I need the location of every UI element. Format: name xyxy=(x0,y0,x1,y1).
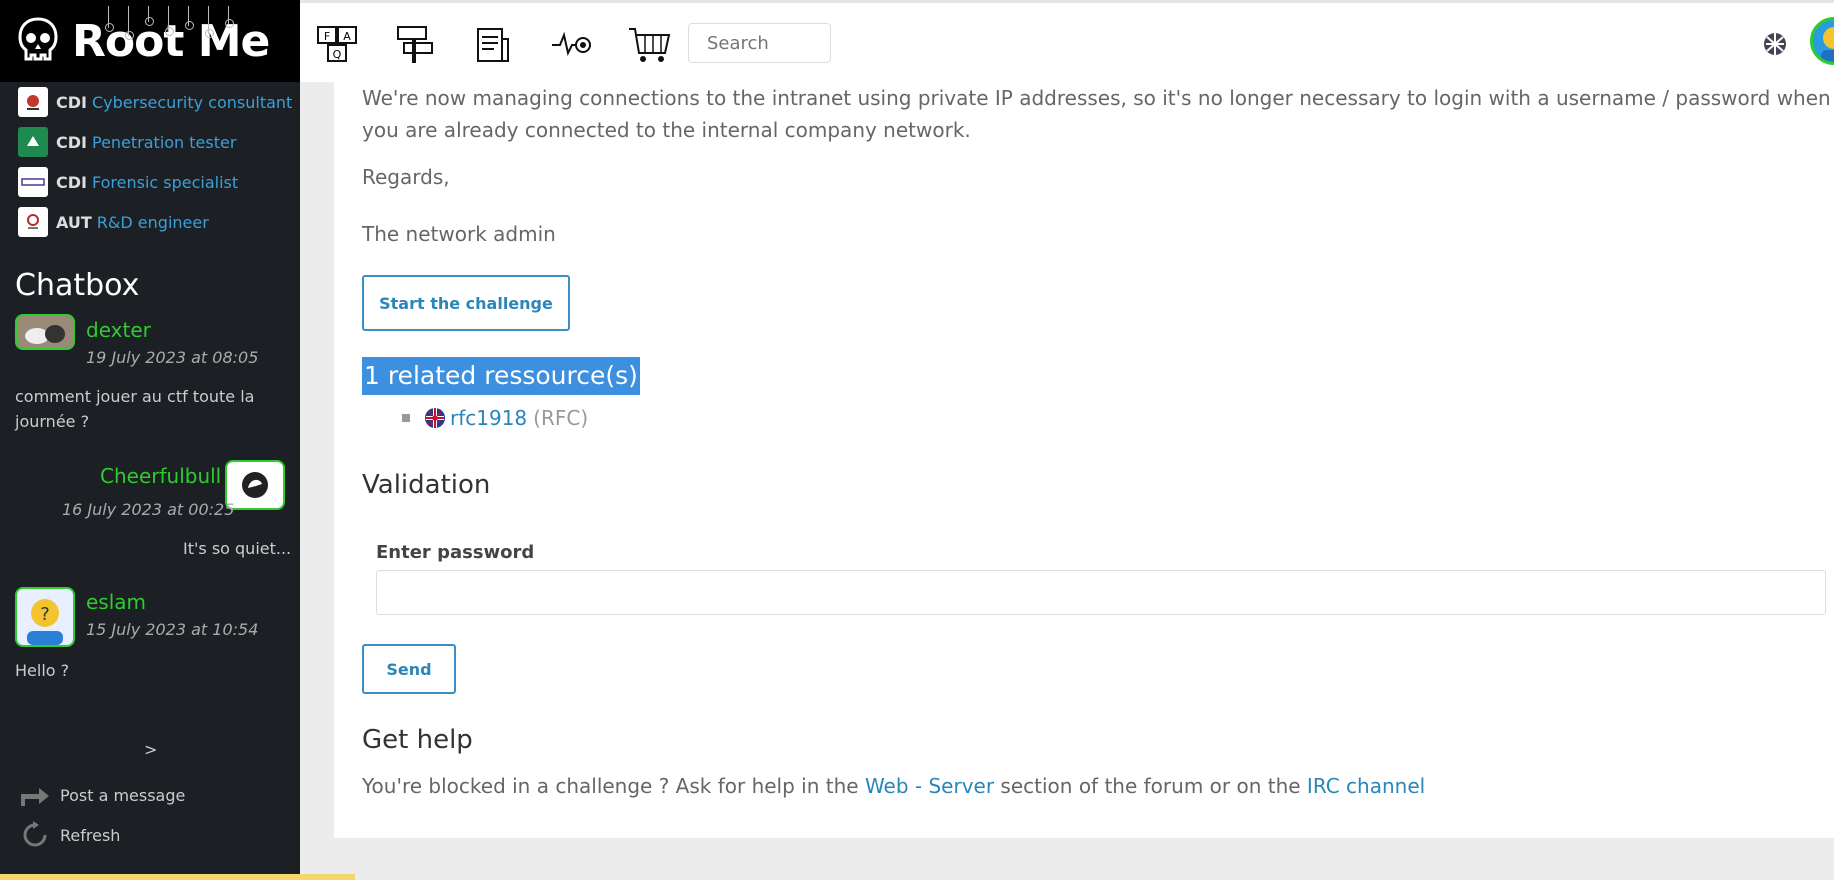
refresh-button[interactable]: Refresh xyxy=(18,820,120,850)
signpost-icon[interactable] xyxy=(392,21,438,67)
share-arrow-icon xyxy=(18,780,52,810)
avatar[interactable]: ? xyxy=(15,587,75,647)
job-type: CDI xyxy=(56,132,87,152)
related-resource-item: rfc1918 (RFC) xyxy=(402,406,588,430)
sidebar: Root Me CDI Cybersecurity consultant CDI… xyxy=(0,0,300,880)
chat-date: 15 July 2023 at 10:54 xyxy=(86,620,259,639)
chat-next-page[interactable]: > xyxy=(144,740,157,759)
logo-hanging-ornament xyxy=(205,6,214,38)
refresh-icon xyxy=(18,820,52,850)
help-text-part: section of the forum or on the xyxy=(994,774,1307,798)
password-input[interactable] xyxy=(376,570,1826,615)
job-item[interactable]: CDI Penetration tester xyxy=(18,122,298,162)
company-logo-icon xyxy=(18,207,48,237)
chat-username[interactable]: eslam xyxy=(86,590,146,614)
chat-username[interactable]: Cheerfulbull xyxy=(100,464,221,488)
job-type: CDI xyxy=(56,172,87,192)
brand-name: Root Me xyxy=(72,15,270,67)
company-logo-icon xyxy=(18,167,48,197)
company-logo-icon xyxy=(18,127,48,157)
challenge-description: We're now managing connections to the in… xyxy=(362,86,1831,142)
post-message-label: Post a message xyxy=(60,785,186,805)
faq-icon[interactable]: FAQ xyxy=(314,21,360,67)
skull-logo-icon xyxy=(16,15,60,67)
chat-message-text: It's so quiet... xyxy=(183,539,292,558)
svg-text:F: F xyxy=(324,30,330,43)
logo-hanging-ornament xyxy=(145,6,154,26)
job-title-link[interactable]: R&D engineer xyxy=(97,213,209,232)
chat-date: 19 July 2023 at 08:05 xyxy=(86,348,259,367)
svg-text:?: ? xyxy=(40,604,50,625)
chat-username[interactable]: dexter xyxy=(86,318,151,342)
irc-channel-link[interactable]: IRC channel xyxy=(1307,774,1425,798)
help-text-part: You're blocked in a challenge ? Ask for … xyxy=(362,774,865,798)
job-title-link[interactable]: Cybersecurity consultant xyxy=(92,93,292,112)
logo-hanging-ornament xyxy=(105,6,114,32)
svg-text:A: A xyxy=(343,30,351,43)
uk-flag-icon xyxy=(424,407,446,429)
logo-hanging-ornament xyxy=(165,6,174,36)
shopping-cart-icon[interactable] xyxy=(626,21,672,67)
job-type: AUT xyxy=(56,212,92,232)
password-label: Enter password xyxy=(376,542,535,563)
search-input[interactable] xyxy=(688,23,831,63)
svg-text:Q: Q xyxy=(333,48,342,61)
chat-message-text: comment jouer au ctf toute la journée ? xyxy=(15,387,255,431)
post-message-button[interactable]: Post a message xyxy=(18,780,185,810)
logo-hanging-ornament xyxy=(225,6,234,28)
web-server-forum-link[interactable]: Web - Server xyxy=(865,774,994,798)
job-type: CDI xyxy=(56,92,87,112)
get-help-heading: Get help xyxy=(362,725,473,755)
list-bullet xyxy=(402,414,410,422)
top-navigation-bar: FAQ xyxy=(300,0,1834,82)
logo-hanging-ornament xyxy=(125,6,134,40)
challenge-signature: The network admin xyxy=(362,222,556,246)
chat-date: 16 July 2023 at 00:25 xyxy=(62,500,235,519)
chat-message-text: Hello ? xyxy=(15,661,70,680)
resource-kind: (RFC) xyxy=(533,406,589,430)
job-title-link[interactable]: Forensic specialist xyxy=(92,173,238,192)
refresh-label: Refresh xyxy=(60,825,121,845)
avatar[interactable] xyxy=(15,314,75,350)
company-logo-icon xyxy=(18,87,48,117)
job-item[interactable]: CDI Cybersecurity consultant xyxy=(18,82,298,122)
chatbox-title: Chatbox xyxy=(15,268,140,303)
language-flag-icon[interactable] xyxy=(1762,31,1788,57)
related-resources-title: 1 related ressource(s) xyxy=(362,357,640,395)
job-item[interactable]: AUT R&D engineer xyxy=(18,202,298,242)
challenge-regards: Regards, xyxy=(362,165,450,189)
start-challenge-button[interactable]: Start the challenge xyxy=(362,275,570,331)
activity-target-icon[interactable] xyxy=(548,21,594,67)
send-button[interactable]: Send xyxy=(362,644,456,694)
user-avatar[interactable] xyxy=(1810,17,1834,65)
validation-heading: Validation xyxy=(362,470,491,500)
help-text: You're blocked in a challenge ? Ask for … xyxy=(362,770,1425,802)
documents-icon[interactable] xyxy=(470,21,516,67)
logo-bar[interactable]: Root Me xyxy=(0,0,300,82)
job-list: CDI Cybersecurity consultant CDI Penetra… xyxy=(18,82,298,242)
job-title-link[interactable]: Penetration tester xyxy=(92,133,236,152)
rfc1918-link[interactable]: rfc1918 xyxy=(450,406,527,430)
challenge-content: We're now managing connections to the in… xyxy=(334,82,1834,838)
bottom-notification-strip xyxy=(0,874,355,880)
logo-hanging-ornament xyxy=(185,6,194,30)
job-item[interactable]: CDI Forensic specialist xyxy=(18,162,298,202)
